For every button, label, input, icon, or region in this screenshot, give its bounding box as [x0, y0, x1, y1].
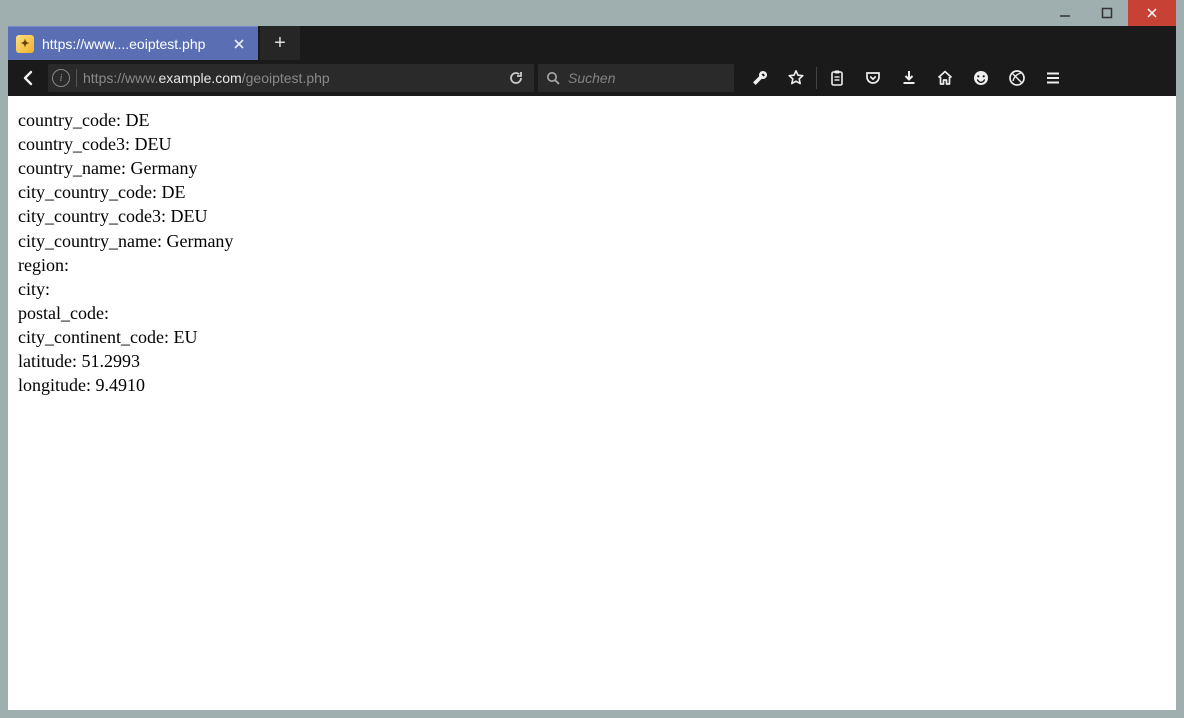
address-bar[interactable]: i https://www.example.com/geoiptest.php: [48, 64, 534, 92]
output-line: postal_code:: [18, 301, 1166, 325]
output-line: city_continent_code: EU: [18, 325, 1166, 349]
toolbar-icons: [742, 64, 1071, 92]
pocket-icon[interactable]: [855, 64, 891, 92]
tab-active[interactable]: ✦ https://www....eoiptest.php: [8, 26, 258, 60]
tab-strip: ✦ https://www....eoiptest.php +: [8, 26, 1176, 60]
output-line: country_code3: DEU: [18, 132, 1166, 156]
url-text: https://www.example.com/geoiptest.php: [83, 70, 496, 86]
output-line: city_country_name: Germany: [18, 229, 1166, 253]
output-line: city_country_code: DE: [18, 180, 1166, 204]
tab-title: https://www....eoiptest.php: [42, 36, 222, 52]
home-icon[interactable]: [927, 64, 963, 92]
close-button[interactable]: [1128, 0, 1176, 26]
output-line: region:: [18, 253, 1166, 277]
page-content: country_code: DEcountry_code3: DEUcountr…: [8, 96, 1176, 710]
nav-toolbar: i https://www.example.com/geoiptest.php …: [8, 60, 1176, 96]
reload-button[interactable]: [502, 64, 530, 92]
output-line: country_name: Germany: [18, 156, 1166, 180]
smiley-icon[interactable]: [963, 64, 999, 92]
search-bar[interactable]: Suchen: [538, 64, 734, 92]
devtools-icon[interactable]: [742, 64, 778, 92]
browser-window: ✦ https://www....eoiptest.php + i https:…: [8, 0, 1176, 710]
bookmark-star-icon[interactable]: [778, 64, 814, 92]
output-line: latitude: 51.2993: [18, 349, 1166, 373]
minimize-button[interactable]: [1044, 0, 1086, 26]
tab-close-icon[interactable]: [230, 35, 248, 53]
output-line: city:: [18, 277, 1166, 301]
url-post: /geoiptest.php: [242, 70, 330, 86]
downloads-icon[interactable]: [891, 64, 927, 92]
new-tab-button[interactable]: +: [260, 26, 300, 60]
back-button[interactable]: [14, 64, 44, 92]
site-info-icon[interactable]: i: [52, 69, 70, 87]
url-domain: example.com: [158, 70, 241, 86]
output-line: city_country_code3: DEU: [18, 204, 1166, 228]
maximize-button[interactable]: [1086, 0, 1128, 26]
output-line: longitude: 9.4910: [18, 373, 1166, 397]
urlbar-separator: [76, 69, 77, 87]
search-placeholder: Suchen: [568, 70, 615, 86]
output-line: country_code: DE: [18, 108, 1166, 132]
toolbar-separator: [816, 67, 817, 89]
noscript-icon[interactable]: [999, 64, 1035, 92]
window-titlebar: [8, 0, 1176, 26]
clipboard-icon[interactable]: [819, 64, 855, 92]
menu-icon[interactable]: [1035, 64, 1071, 92]
search-icon: [546, 71, 560, 85]
url-pre: https://www.: [83, 70, 158, 86]
tab-favicon-icon: ✦: [16, 35, 34, 53]
